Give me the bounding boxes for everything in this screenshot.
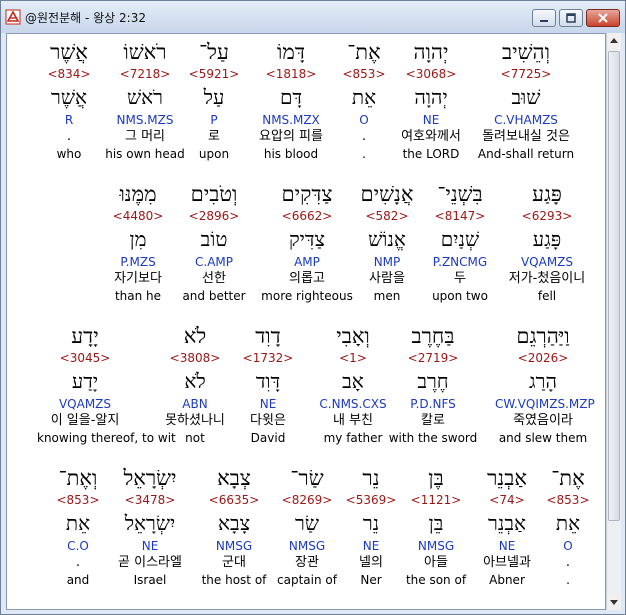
word-column[interactable]: פָּגַע <6293> פָּגַע VQAMZS 저가-첬음이니 fell <box>499 180 595 304</box>
word-column[interactable]: יָדָע <3045> יָדַע VQAMZS 이 일을-알지 knowing the… <box>37 322 176 446</box>
maximize-button[interactable] <box>559 9 583 27</box>
root-word: צָבָא <box>217 511 251 535</box>
scrollbar-thumb[interactable] <box>608 51 620 521</box>
morphology-code: C.VHAMZS <box>494 113 558 127</box>
root-word: אָב <box>342 369 364 393</box>
word-column[interactable]: מִמֶּנּוּ <4480> מִן P.MZS 자기보다 than he <box>90 180 186 304</box>
hebrew-word: מִמֶּנּוּ <box>119 182 157 206</box>
korean-gloss: 내 부친 <box>332 413 373 428</box>
morphology-code: AMP <box>294 255 320 269</box>
english-gloss: the host of <box>201 573 267 587</box>
interlinear-view: וְהֵשִׁיב <7725> שׁוּב C.VHAMZS 돌려보내실 것은 And-… <box>6 33 606 610</box>
word-column[interactable]: וְאָבִי <1> אָב C.NMS.CXS 내 부친 my father <box>305 322 401 446</box>
korean-gloss: 자기보다 <box>114 271 162 286</box>
morphology-code: VQAMZS <box>520 255 574 269</box>
english-gloss: and <box>66 573 90 587</box>
hebrew-word: וְהֵשִׁיב <box>502 40 550 64</box>
root-word: שׁוּב <box>511 85 541 109</box>
root-word: אֵת <box>65 511 91 535</box>
english-gloss: fell <box>537 289 557 303</box>
word-column[interactable]: אֲשֶׁר <834> אֲשֶׁר R. who <box>21 38 117 162</box>
hebrew-word: צַדִּקִים <box>281 182 333 206</box>
korean-gloss: 군대 <box>222 555 246 570</box>
vertical-scrollbar[interactable] <box>606 33 621 610</box>
english-gloss: And-shall return <box>477 147 575 161</box>
morphology-code: VQAMZS <box>58 397 112 411</box>
korean-gloss: . <box>75 555 81 570</box>
root-word: לֹא <box>184 369 206 393</box>
morphology-code: P.MZS <box>120 255 156 269</box>
minimize-icon <box>540 20 548 22</box>
strong-number[interactable]: <2026> <box>495 350 591 366</box>
hebrew-word: לֹא <box>183 324 207 348</box>
morphology-code: NMSG <box>215 539 253 553</box>
english-gloss: who <box>56 147 82 161</box>
strong-number[interactable]: <853> <box>30 492 126 508</box>
strong-number[interactable]: <834> <box>21 66 117 82</box>
hebrew-word: וְאָבִי <box>336 324 370 348</box>
english-gloss: more righteous <box>261 289 353 303</box>
strong-number[interactable]: <7725> <box>467 66 585 82</box>
word-column[interactable]: צְבָא <6635> צָבָא NMSG 군대 the host of <box>186 464 282 588</box>
english-gloss: and slew them <box>498 431 588 445</box>
word-column[interactable]: לֹא <3808> לֹא ABN 못하셨나니 not <box>147 322 243 446</box>
strong-number[interactable]: <6635> <box>186 492 282 508</box>
title-bar[interactable]: @원전분해 - 왕상 2:32 <box>1 1 625 33</box>
minimize-button[interactable] <box>532 9 556 27</box>
root-word: מִן <box>129 227 147 251</box>
scroll-up-button[interactable] <box>607 33 621 49</box>
scroll-down-icon <box>610 600 618 605</box>
morphology-code: ABN <box>182 397 208 411</box>
english-gloss: knowing thereof, to wit <box>37 431 176 445</box>
strong-number[interactable]: <3808> <box>147 350 243 366</box>
root-word: פָּגַע <box>532 227 562 251</box>
word-column[interactable]: וְהֵשִׁיב <7725> שׁוּב C.VHAMZS 돌려보내실 것은 And-… <box>467 34 585 174</box>
strong-number[interactable]: <6293> <box>499 208 595 224</box>
word-column[interactable]: וְאֶת־ <853> אֵת C.O. and <box>30 464 126 588</box>
root-word: אֲשֶׁר <box>51 85 87 109</box>
strong-number[interactable]: <4480> <box>90 208 186 224</box>
word-column[interactable]: צַדִּקִים <6662> צַדִּיק AMP 의롭고 more righteo… <box>259 180 355 304</box>
hebrew-word: וְאֶת־ <box>58 466 98 490</box>
english-gloss: than he <box>114 289 162 303</box>
hebrew-word: יָדָע <box>71 324 99 348</box>
maximize-icon <box>566 13 576 23</box>
korean-gloss: 돌려보내실 것은 <box>482 129 570 144</box>
strong-number[interactable]: <6662> <box>259 208 355 224</box>
hebrew-word: אֲשֶׁר <box>50 40 88 64</box>
root-word: צַדִּיק <box>288 227 326 251</box>
scroll-up-icon <box>610 38 618 43</box>
hebrew-word: פָּגַע <box>532 182 562 206</box>
root-word: הָרַג <box>529 369 557 393</box>
korean-gloss: 이 일을-알지 <box>50 413 120 428</box>
scroll-down-button[interactable] <box>607 594 621 610</box>
app-window: @원전분해 - 왕상 2:32 וְהֵשִׁיב <7725> שׁוּב C.VH… <box>0 0 626 615</box>
hebrew-word: וַיַּהַרְגֵם <box>516 324 570 348</box>
korean-gloss: . <box>66 129 72 144</box>
korean-gloss: 의롭고 <box>289 271 325 286</box>
strong-number[interactable]: <3045> <box>37 350 133 366</box>
app-logo-icon <box>5 9 21 25</box>
korean-gloss: 죽였음이라 <box>513 413 573 428</box>
morphology-code: CW.VQIMZS.MZP <box>495 397 595 411</box>
korean-gloss: 저가-첬음이니 <box>508 271 586 286</box>
strong-number[interactable]: <1> <box>305 350 401 366</box>
morphology-code: R <box>64 113 74 127</box>
morphology-code: C.NMS.CXS <box>319 397 387 411</box>
korean-gloss: 못하셨나니 <box>165 413 225 428</box>
word-column[interactable]: וַיַּהַרְגֵם <2026> הָרַג CW.VQIMZS.MZP 죽였음이… <box>495 322 595 446</box>
root-word: יָדַע <box>71 369 99 393</box>
close-button[interactable] <box>586 9 620 27</box>
english-gloss: my father <box>323 431 383 445</box>
close-icon <box>598 13 608 23</box>
window-title: @원전분해 - 왕상 2:32 <box>25 11 146 25</box>
hebrew-word: צְבָא <box>217 466 251 490</box>
morphology-code: C.O <box>67 539 89 553</box>
